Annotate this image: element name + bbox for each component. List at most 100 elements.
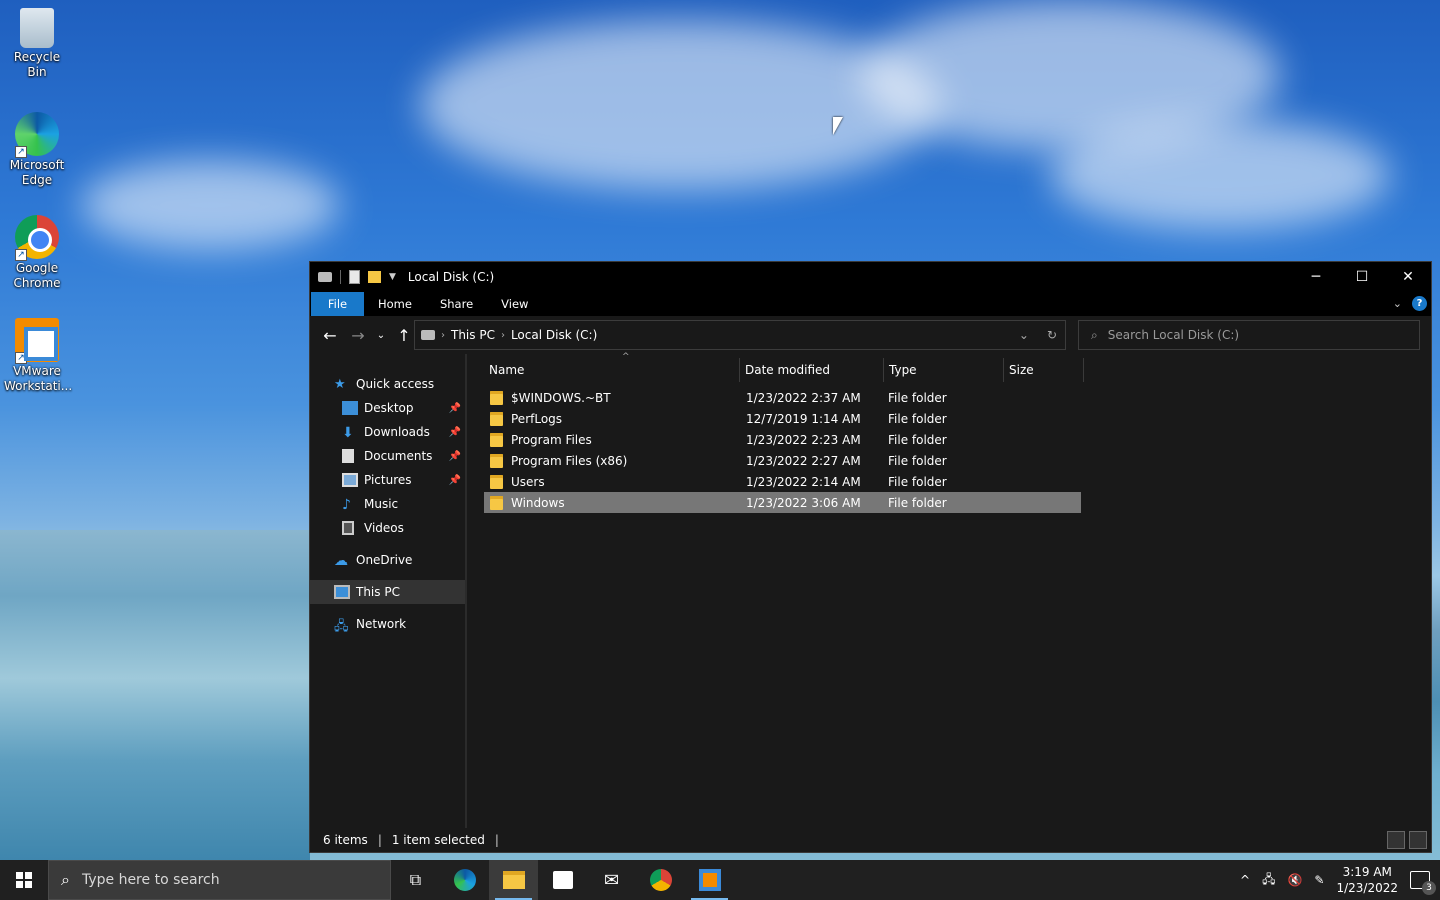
quick-access-toolbar: ▼ <box>310 270 396 284</box>
nav-label: Pictures <box>364 473 412 487</box>
nav-pictures[interactable]: Pictures 📌 <box>310 468 465 492</box>
explorer-body: ★ Quick access Desktop 📌 ⬇ Downloads 📌 D… <box>310 352 1431 828</box>
file-date: 1/23/2022 2:14 AM <box>746 474 861 489</box>
notification-center-icon[interactable]: 3 <box>1410 871 1436 895</box>
nav-music[interactable]: ♪ Music <box>310 492 465 516</box>
nav-downloads[interactable]: ⬇ Downloads 📌 <box>310 420 465 444</box>
start-button[interactable] <box>0 860 48 900</box>
ribbon-tabs: File Home Share View ⌄ ? <box>310 292 1431 316</box>
address-history-chevron-icon[interactable]: ⌄ <box>1019 328 1029 342</box>
table-row-selected[interactable]: Windows 1/23/2022 3:06 AM File folder <box>484 492 1081 513</box>
item-count: 6 items <box>323 833 368 847</box>
nav-label: OneDrive <box>356 553 413 567</box>
column-name[interactable]: Name <box>484 358 740 382</box>
windows-logo-icon <box>16 872 32 888</box>
back-button[interactable]: ← <box>316 326 344 345</box>
large-icons-view-icon[interactable] <box>1409 831 1427 849</box>
ribbon-controls: ⌄ ? <box>1393 296 1427 311</box>
breadcrumb-local-disk[interactable]: Local Disk (C:) <box>511 328 597 342</box>
clock-time: 3:19 AM <box>1342 865 1392 879</box>
drive-icon[interactable] <box>318 272 332 282</box>
taskbar-microsoft-store[interactable] <box>538 860 587 900</box>
sort-ascending-icon: ^ <box>622 352 630 362</box>
minimize-button[interactable]: ─ <box>1293 262 1339 292</box>
folder-icon <box>490 411 503 426</box>
system-tray: ^ 🖧 🔇 ✎ 3:19 AM 1/23/2022 3 <box>1240 860 1440 900</box>
help-icon[interactable]: ? <box>1412 296 1427 311</box>
nav-onedrive[interactable]: ☁ OneDrive <box>310 548 465 572</box>
task-view-button[interactable]: ⧉ <box>391 860 440 900</box>
table-row[interactable]: Program Files 1/23/2022 2:23 AM File fol… <box>484 429 1081 450</box>
nav-quick-access[interactable]: ★ Quick access <box>310 372 465 396</box>
file-name: Program Files <box>511 432 592 447</box>
tab-share[interactable]: Share <box>426 292 487 316</box>
file-name: $WINDOWS.~BT <box>511 390 611 405</box>
show-hidden-icons-chevron-icon[interactable]: ^ <box>1240 873 1250 887</box>
close-button[interactable]: ✕ <box>1385 262 1431 292</box>
shortcut-arrow-icon: ↗ <box>15 352 27 364</box>
address-bar[interactable]: › This PC › Local Disk (C:) ⌄ ↻ <box>414 320 1066 350</box>
desktop-icon-recycle-bin[interactable]: Recycle Bin <box>4 8 70 80</box>
column-date-modified[interactable]: Date modified <box>740 358 884 382</box>
microsoft-store-icon <box>552 871 573 889</box>
refresh-icon[interactable]: ↻ <box>1047 328 1057 342</box>
nav-desktop[interactable]: Desktop 📌 <box>310 396 465 420</box>
file-rows: $WINDOWS.~BT 1/23/2022 2:37 AM File fold… <box>484 387 1081 513</box>
recent-locations-chevron-icon[interactable]: ⌄ <box>372 330 390 341</box>
properties-icon[interactable] <box>349 270 360 284</box>
file-type: File folder <box>888 390 947 405</box>
column-size[interactable]: Size <box>1004 358 1084 382</box>
clock[interactable]: 3:19 AM 1/23/2022 <box>1336 864 1398 896</box>
selection-count: 1 item selected <box>391 833 485 847</box>
breadcrumb-this-pc[interactable]: This PC <box>451 328 495 342</box>
desktop-folder-icon <box>342 401 358 415</box>
column-headers: ^ Name Date modified Type Size <box>484 352 1084 382</box>
file-type: File folder <box>888 474 947 489</box>
taskbar-chrome[interactable] <box>636 860 685 900</box>
forward-button[interactable]: → <box>344 326 372 345</box>
expand-ribbon-chevron-icon[interactable]: ⌄ <box>1393 297 1402 310</box>
desktop-icon-edge[interactable]: ↗ Microsoft Edge <box>4 112 70 188</box>
table-row[interactable]: $WINDOWS.~BT 1/23/2022 2:37 AM File fold… <box>484 387 1081 408</box>
desktop-icon-label: VMware Workstati... <box>4 364 73 393</box>
status-bar: 6 items | 1 item selected | <box>310 828 1431 852</box>
nav-videos[interactable]: Videos <box>310 516 465 540</box>
table-row[interactable]: Users 1/23/2022 2:14 AM File folder <box>484 471 1081 492</box>
tab-view[interactable]: View <box>487 292 542 316</box>
taskbar-search-input[interactable]: ⌕ Type here to search <box>48 860 391 900</box>
table-row[interactable]: PerfLogs 12/7/2019 1:14 AM File folder <box>484 408 1081 429</box>
pen-icon[interactable]: ✎ <box>1314 873 1324 887</box>
desktop-icon-vmware[interactable]: ↗ VMware Workstati... <box>4 318 73 394</box>
taskbar-file-explorer[interactable] <box>489 860 538 900</box>
taskbar: ⌕ Type here to search ⧉ ✉ ^ 🖧 🔇 ✎ 3:19 A… <box>0 860 1440 900</box>
nav-label: Downloads <box>364 425 430 439</box>
taskbar-mail[interactable]: ✉ <box>587 860 636 900</box>
network-icon[interactable]: 🖧 <box>1262 870 1275 891</box>
table-row[interactable]: Program Files (x86) 1/23/2022 2:27 AM Fi… <box>484 450 1081 471</box>
search-input[interactable]: ⌕ Search Local Disk (C:) <box>1078 320 1420 350</box>
file-name: Users <box>511 474 545 489</box>
taskbar-vmware[interactable] <box>685 860 734 900</box>
desktop-icon-chrome[interactable]: ↗ Google Chrome <box>4 215 70 291</box>
title-bar[interactable]: ▼ Local Disk (C:) ─ ☐ ✕ <box>310 262 1431 292</box>
customize-toolbar-chevron-icon[interactable]: ▼ <box>389 272 396 282</box>
maximize-button[interactable]: ☐ <box>1339 262 1385 292</box>
volume-muted-icon[interactable]: 🔇 <box>1287 873 1302 887</box>
chrome-icon: ↗ <box>15 215 59 261</box>
navigation-pane: ★ Quick access Desktop 📌 ⬇ Downloads 📌 D… <box>310 354 467 828</box>
edge-icon: ↗ <box>15 112 59 158</box>
navigation-bar: ← → ⌄ ↑ › This PC › Local Disk (C:) ⌄ ↻ … <box>310 316 1431 354</box>
taskbar-edge[interactable] <box>440 860 489 900</box>
file-type: File folder <box>888 453 947 468</box>
tab-file[interactable]: File <box>311 292 364 316</box>
cloud <box>1050 120 1390 230</box>
tab-home[interactable]: Home <box>364 292 426 316</box>
details-view-icon[interactable] <box>1387 831 1405 849</box>
pin-icon: 📌 <box>448 474 461 486</box>
column-type[interactable]: Type <box>884 358 1004 382</box>
nav-documents[interactable]: Documents 📌 <box>310 444 465 468</box>
new-folder-icon[interactable] <box>368 271 381 283</box>
mouse-cursor-icon <box>833 117 843 135</box>
nav-this-pc[interactable]: This PC <box>310 580 465 604</box>
nav-network[interactable]: 🖧 Network <box>310 612 465 636</box>
